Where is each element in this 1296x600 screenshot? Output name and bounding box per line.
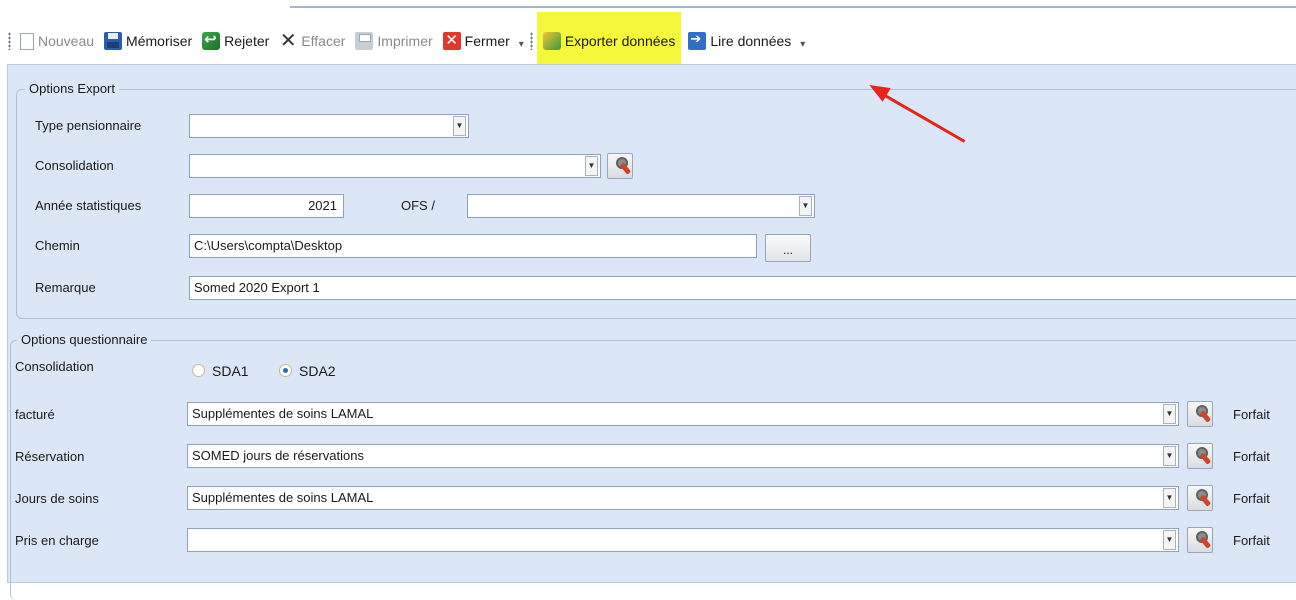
- jours-de-soins-tool-button[interactable]: [1187, 485, 1213, 511]
- rejeter-button[interactable]: Rejeter: [199, 28, 272, 54]
- close-icon: ✕: [442, 32, 461, 50]
- wrench-icon: [613, 157, 628, 175]
- facture-tool-button[interactable]: [1187, 401, 1213, 427]
- reservation-forfait-label: Forfait: [1233, 449, 1270, 464]
- printer-icon: [355, 32, 374, 50]
- chevron-down-icon[interactable]: ▼: [585, 156, 598, 176]
- reservation-select[interactable]: SOMED jours de réservations: [187, 444, 1179, 468]
- browse-button[interactable]: ...: [765, 234, 811, 262]
- chevron-down-icon[interactable]: ▼: [799, 196, 812, 216]
- chevron-down-icon[interactable]: ▼: [1163, 530, 1176, 550]
- toolbar-overflow-icon[interactable]: ▾: [519, 39, 524, 50]
- options-questionnaire-group: Options questionnaire Consolidation SDA1…: [10, 332, 1296, 600]
- jours-de-soins-select[interactable]: Supplémentes de soins LAMAL: [187, 486, 1179, 510]
- options-questionnaire-legend: Options questionnaire: [17, 332, 152, 347]
- wrench-icon: [1193, 447, 1208, 465]
- fermer-button[interactable]: ✕ Fermer: [440, 28, 513, 54]
- options-export-group: Options Export Type pensionnaire ▼ Conso…: [16, 81, 1296, 319]
- pris-en-charge-tool-button[interactable]: [1187, 527, 1213, 553]
- nouveau-button[interactable]: Nouveau: [17, 28, 97, 54]
- type-pensionnaire-select[interactable]: [189, 114, 469, 138]
- chevron-down-icon[interactable]: ▼: [453, 116, 466, 136]
- imprimer-label: Imprimer: [377, 33, 433, 49]
- annee-statistiques-input[interactable]: 2021: [189, 194, 344, 218]
- sda2-radio[interactable]: [279, 364, 292, 377]
- pris-en-charge-label: Pris en charge: [15, 533, 99, 548]
- wrench-icon: [1193, 531, 1208, 549]
- rejeter-label: Rejeter: [224, 33, 270, 49]
- ofs-select[interactable]: [467, 194, 815, 218]
- consolidation-select[interactable]: [189, 154, 601, 178]
- facture-select[interactable]: Supplémentes de soins LAMAL: [187, 402, 1179, 426]
- exporter-donnees-button[interactable]: Exporter données: [536, 12, 682, 70]
- chevron-down-icon[interactable]: ▼: [1163, 446, 1176, 466]
- toolbar-grip-2[interactable]: [529, 32, 533, 50]
- fermer-label: Fermer: [464, 33, 510, 49]
- consolidation-label: Consolidation: [35, 158, 114, 173]
- facture-label: facturé: [15, 407, 55, 422]
- ofs-label: OFS /: [401, 198, 435, 213]
- reservation-label: Réservation: [15, 449, 85, 464]
- toolbar-overflow-icon-2[interactable]: ▾: [800, 39, 805, 50]
- sda2-label: SDA2: [299, 363, 336, 379]
- nouveau-label: Nouveau: [38, 33, 95, 49]
- pris-en-charge-select[interactable]: [187, 528, 1179, 552]
- save-icon: [104, 32, 123, 50]
- top-divider: [290, 6, 1296, 8]
- jours-de-soins-forfait-label: Forfait: [1233, 491, 1270, 506]
- chevron-down-icon[interactable]: ▼: [1163, 488, 1176, 508]
- toolbar-grip[interactable]: [8, 32, 11, 50]
- annee-statistiques-label: Année statistiques: [35, 198, 142, 213]
- facture-forfait-label: Forfait: [1233, 407, 1270, 422]
- delete-x-icon: ✕: [279, 30, 297, 52]
- effacer-button[interactable]: ✕ Effacer: [276, 28, 348, 54]
- lire-donnees-button[interactable]: Lire données: [685, 28, 794, 54]
- consolidation-radio-label: Consolidation: [15, 359, 94, 374]
- options-export-legend: Options Export: [25, 81, 119, 96]
- import-data-icon: [688, 31, 707, 50]
- chevron-down-icon[interactable]: ▼: [1163, 404, 1176, 424]
- export-data-icon: [542, 32, 561, 50]
- exporter-label: Exporter données: [564, 33, 676, 49]
- sda1-label: SDA1: [212, 363, 249, 379]
- effacer-label: Effacer: [301, 33, 346, 49]
- memoriser-button[interactable]: Mémoriser: [101, 28, 195, 54]
- chemin-label: Chemin: [35, 238, 80, 253]
- main-panel: Options Export Type pensionnaire ▼ Conso…: [7, 64, 1296, 600]
- toolbar: Nouveau Mémoriser Rejeter ✕ Effacer Impr…: [0, 12, 1296, 70]
- chemin-input[interactable]: C:\Users\compta\Desktop: [189, 234, 757, 258]
- reservation-tool-button[interactable]: [1187, 443, 1213, 469]
- wrench-icon: [1193, 489, 1208, 507]
- new-document-icon: [20, 32, 34, 50]
- consolidation-tool-button[interactable]: [607, 153, 633, 179]
- remarque-label: Remarque: [35, 280, 96, 295]
- memoriser-label: Mémoriser: [126, 33, 193, 49]
- wrench-icon: [1193, 405, 1208, 423]
- remarque-input[interactable]: Somed 2020 Export 1: [189, 276, 1296, 300]
- lire-label: Lire données: [710, 33, 792, 49]
- type-pensionnaire-label: Type pensionnaire: [35, 118, 142, 133]
- pris-en-charge-forfait-label: Forfait: [1233, 533, 1270, 548]
- sda1-radio[interactable]: [192, 364, 205, 377]
- imprimer-button[interactable]: Imprimer: [352, 28, 435, 54]
- jours-de-soins-label: Jours de soins: [15, 491, 99, 506]
- undo-icon: [202, 30, 221, 50]
